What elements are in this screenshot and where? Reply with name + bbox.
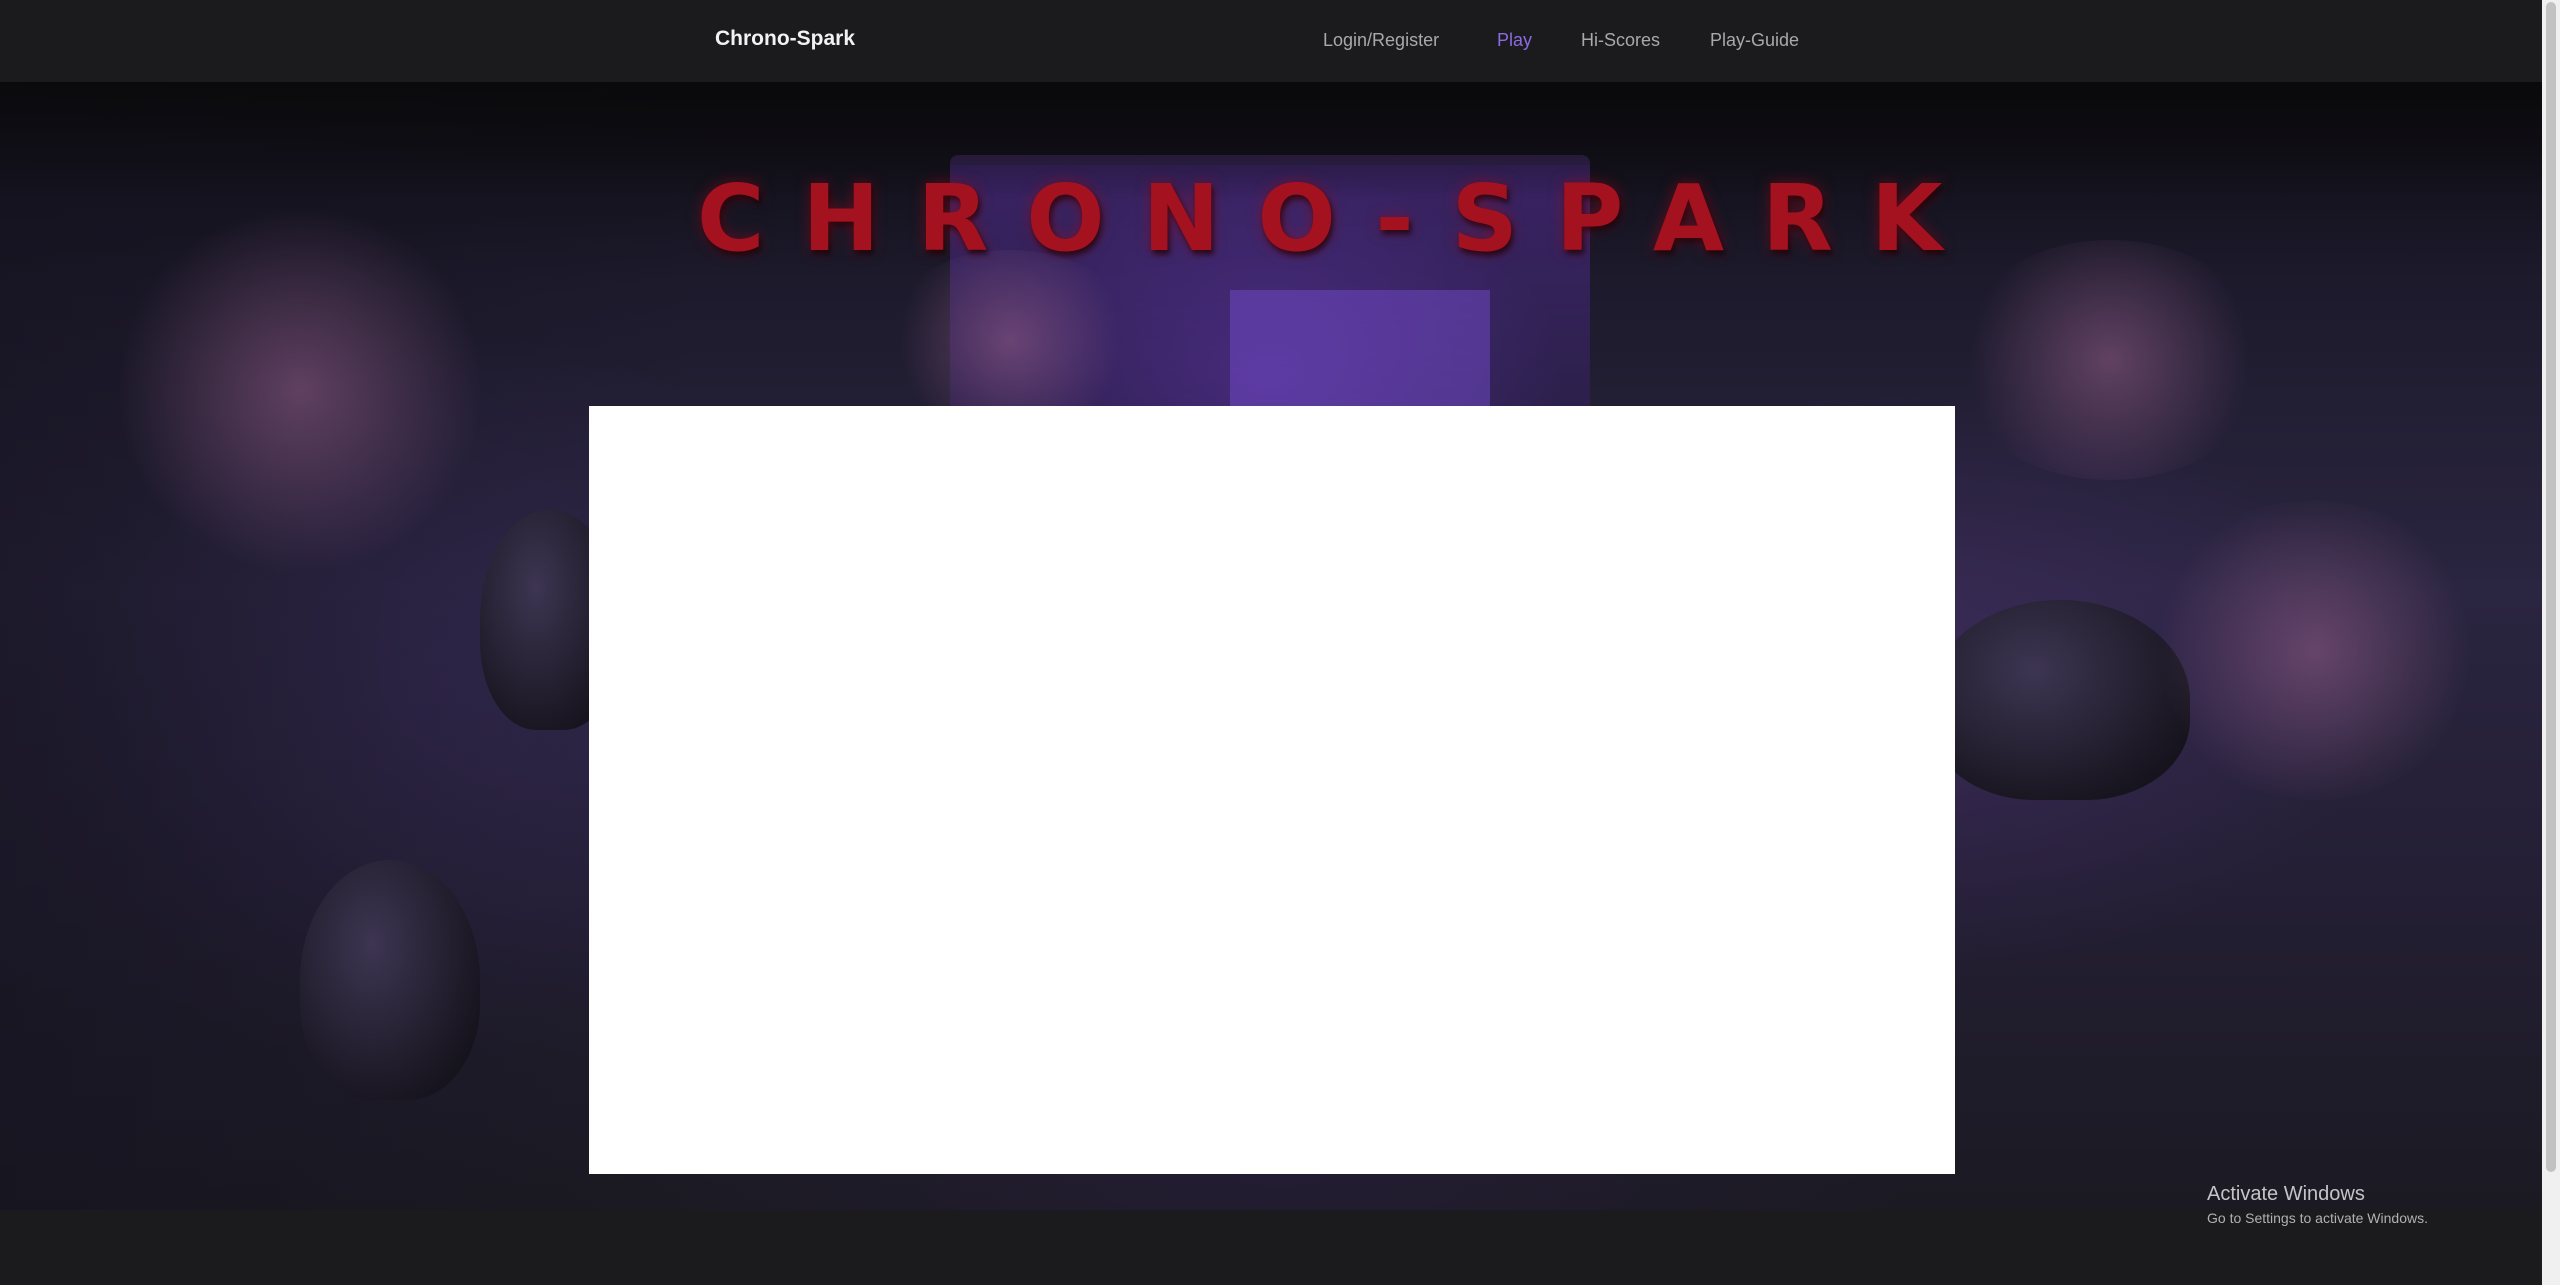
game-logo-title: CHRONO-SPARK bbox=[697, 165, 1981, 272]
nav-play-guide[interactable]: Play-Guide bbox=[1710, 30, 1799, 51]
windows-activation-watermark: Activate Windows Go to Settings to activ… bbox=[2207, 1183, 2428, 1226]
vertical-scrollbar[interactable] bbox=[2542, 0, 2560, 1285]
nav-login-register[interactable]: Login/Register bbox=[1323, 30, 1439, 51]
brand-link[interactable]: Chrono-Spark bbox=[715, 27, 855, 51]
game-canvas[interactable] bbox=[589, 406, 1955, 1174]
rock bbox=[300, 860, 480, 1100]
scrollbar-thumb[interactable] bbox=[2546, 2, 2556, 1172]
watermark-subtitle: Go to Settings to activate Windows. bbox=[2207, 1210, 2428, 1226]
nav-hi-scores[interactable]: Hi-Scores bbox=[1581, 30, 1660, 51]
nav-play[interactable]: Play bbox=[1497, 30, 1532, 51]
top-navbar: Chrono-Spark Login/Register Play Hi-Scor… bbox=[0, 0, 2542, 82]
watermark-title: Activate Windows bbox=[2207, 1183, 2365, 1205]
page: Chrono-Spark Login/Register Play Hi-Scor… bbox=[0, 0, 2560, 1285]
